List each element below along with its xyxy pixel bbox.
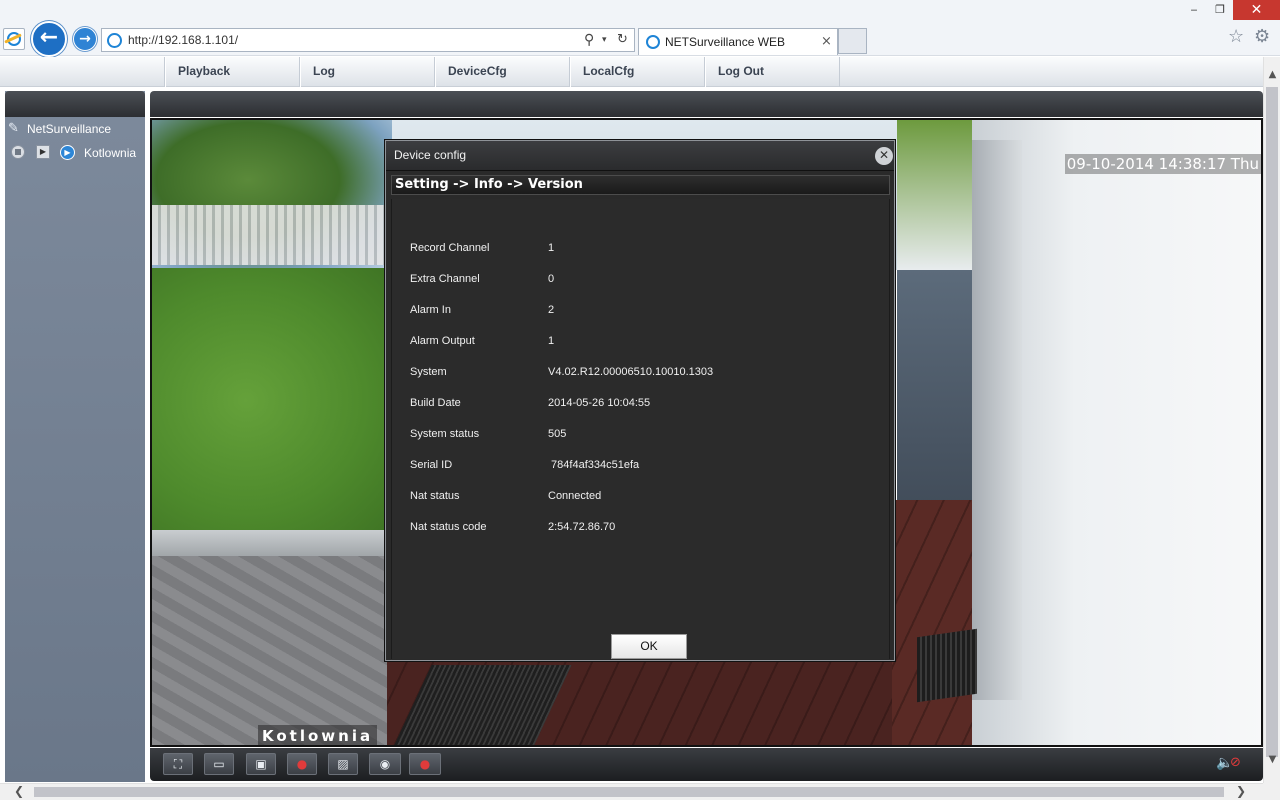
- info-row: Alarm In 2: [392, 300, 891, 320]
- info-label: Build Date: [410, 397, 461, 409]
- close-all-button[interactable]: ●: [287, 753, 317, 775]
- dialog-body: Record Channel 1 Extra Channel 0 Alarm I…: [391, 199, 890, 659]
- dialog-titlebar[interactable]: Device config ✕: [386, 141, 894, 171]
- info-value: 1: [548, 335, 555, 347]
- info-label: Alarm Output: [410, 335, 475, 347]
- info-row: Build Date 2014-05-26 10:04:55: [392, 393, 891, 413]
- camera-channel-icon[interactable]: ▶: [60, 145, 75, 160]
- channel-label[interactable]: Kotlownia: [84, 145, 136, 161]
- forward-button[interactable]: →: [73, 27, 97, 51]
- info-value: 0: [548, 273, 555, 285]
- info-label: System status: [410, 428, 480, 440]
- browser-tab[interactable]: NETSurveillance WEB ×: [638, 28, 838, 55]
- info-value: 2:54.72.86.70: [548, 521, 616, 533]
- back-button[interactable]: ←: [31, 21, 67, 57]
- info-row: Nat status code 2:54.72.86.70: [392, 517, 891, 537]
- device-icon: ✎: [8, 121, 19, 136]
- scrollbar-corner: [1263, 783, 1280, 800]
- search-icon[interactable]: ⚲: [584, 29, 594, 51]
- info-row: Record Channel 1: [392, 238, 891, 258]
- info-row: System V4.02.R12.00006510.10010.1303: [392, 362, 891, 382]
- chevron-down-icon[interactable]: ▾: [602, 29, 607, 51]
- info-label: Serial ID: [410, 459, 453, 471]
- single-view-button[interactable]: ▭: [204, 753, 234, 775]
- vertical-scrollbar[interactable]: ▲ ▼: [1263, 57, 1280, 783]
- scene-doormat: [917, 628, 977, 703]
- info-label: Nat status code: [410, 521, 487, 533]
- scene-lawn: [152, 268, 387, 533]
- device-config-dialog: Device config ✕ Setting -> Info -> Versi…: [385, 140, 895, 661]
- dialog-title: Device config: [394, 148, 467, 162]
- tree-root-label[interactable]: NetSurveillance: [27, 121, 111, 137]
- close-window-button[interactable]: ✕: [1233, 0, 1280, 20]
- tab-title: NETSurveillance WEB: [665, 35, 786, 49]
- record-stop-button[interactable]: ●: [409, 753, 441, 775]
- tab-close-icon[interactable]: ×: [821, 29, 832, 55]
- scroll-up-icon[interactable]: ▲: [1264, 69, 1280, 80]
- menu-log[interactable]: Log: [300, 57, 435, 87]
- tab-site-icon: [646, 35, 660, 49]
- horizontal-scroll-thumb[interactable]: [34, 787, 1224, 797]
- play-icon[interactable]: ▶: [36, 145, 50, 159]
- ok-button[interactable]: OK: [611, 634, 687, 659]
- snapshot-button[interactable]: ▨: [328, 753, 358, 775]
- refresh-icon[interactable]: ↻: [617, 29, 628, 51]
- new-tab-button[interactable]: [838, 28, 867, 54]
- info-value: 2014-05-26 10:04:55: [548, 397, 651, 409]
- osd-channel-name: Kotlownia: [258, 725, 378, 745]
- info-row: Extra Channel 0: [392, 269, 891, 289]
- vertical-scroll-thumb[interactable]: [1266, 87, 1278, 757]
- minimize-button[interactable]: ‒: [1180, 0, 1208, 20]
- video-header: [150, 91, 1263, 117]
- info-value: V4.02.R12.00006510.10010.1303: [548, 366, 714, 378]
- scroll-down-icon[interactable]: ▼: [1264, 754, 1280, 765]
- gear-icon[interactable]: ⚙: [1254, 26, 1270, 47]
- restore-button[interactable]: ❐: [1206, 0, 1234, 20]
- scene-fence: [152, 205, 387, 265]
- info-label: Alarm In: [410, 304, 451, 316]
- stop-icon[interactable]: [11, 145, 25, 159]
- info-row: Alarm Output 1: [392, 331, 891, 351]
- close-icon[interactable]: ✕: [875, 147, 893, 165]
- breadcrumb-text: Setting -> Info -> Version: [395, 177, 583, 192]
- menu-devicecfg[interactable]: DeviceCfg: [435, 57, 570, 87]
- info-value: 1: [548, 242, 555, 254]
- scene-door: [972, 140, 1022, 700]
- info-label: Nat status: [410, 490, 460, 502]
- info-row: Nat status Connected: [392, 486, 891, 506]
- panel-header: [5, 91, 145, 117]
- menu-bar: Playback Log DeviceCfg LocalCfg Log Out: [0, 57, 1263, 87]
- favorites-icon[interactable]: ☆: [1228, 26, 1244, 47]
- scroll-right-icon[interactable]: ❯: [1236, 784, 1246, 799]
- info-row: System status 505: [392, 424, 891, 444]
- info-value: 505: [548, 428, 567, 440]
- info-label: Extra Channel: [410, 273, 480, 285]
- record-start-button[interactable]: ◉: [369, 753, 401, 775]
- open-all-button[interactable]: ▣: [246, 753, 276, 775]
- browser-chrome: ‒ ❐ ✕ ← → http://192.168.1.101/ ⚲ ▾ ↻ NE…: [0, 0, 1280, 57]
- address-url[interactable]: http://192.168.1.101/: [128, 29, 238, 51]
- scroll-left-icon[interactable]: ❮: [14, 784, 24, 799]
- menu-localcfg[interactable]: LocalCfg: [570, 57, 705, 87]
- ie-logo-icon: [3, 28, 25, 50]
- info-label: System: [410, 366, 447, 378]
- info-value: 784f4af334c51efa: [548, 459, 640, 471]
- scene-curb: [152, 530, 387, 558]
- osd-timestamp: 09-10-2014 14:38:17 Thu: [1064, 154, 1261, 174]
- menu-logout[interactable]: Log Out: [705, 57, 840, 87]
- info-label: Record Channel: [410, 242, 490, 254]
- horizontal-scrollbar[interactable]: ❮ ❯: [0, 783, 1263, 800]
- device-tree-panel: ✎ NetSurveillance ▶ ▶ Kotlownia: [5, 91, 145, 782]
- info-value: Connected: [548, 490, 602, 502]
- fullscreen-button[interactable]: ⛶: [163, 753, 193, 775]
- address-bar[interactable]: http://192.168.1.101/ ⚲ ▾ ↻: [101, 28, 635, 52]
- info-value: 2: [548, 304, 555, 316]
- mute-icon[interactable]: ⊘: [1230, 755, 1241, 770]
- menu-playback[interactable]: Playback: [165, 57, 300, 87]
- info-row: Serial ID 784f4af334c51efa: [392, 455, 891, 475]
- breadcrumb: Setting -> Info -> Version: [391, 175, 890, 195]
- video-toolbar: ⛶ ▭ ▣ ● ▨ ◉ ● 🔈 ⊘: [150, 748, 1263, 781]
- site-icon: [107, 33, 122, 48]
